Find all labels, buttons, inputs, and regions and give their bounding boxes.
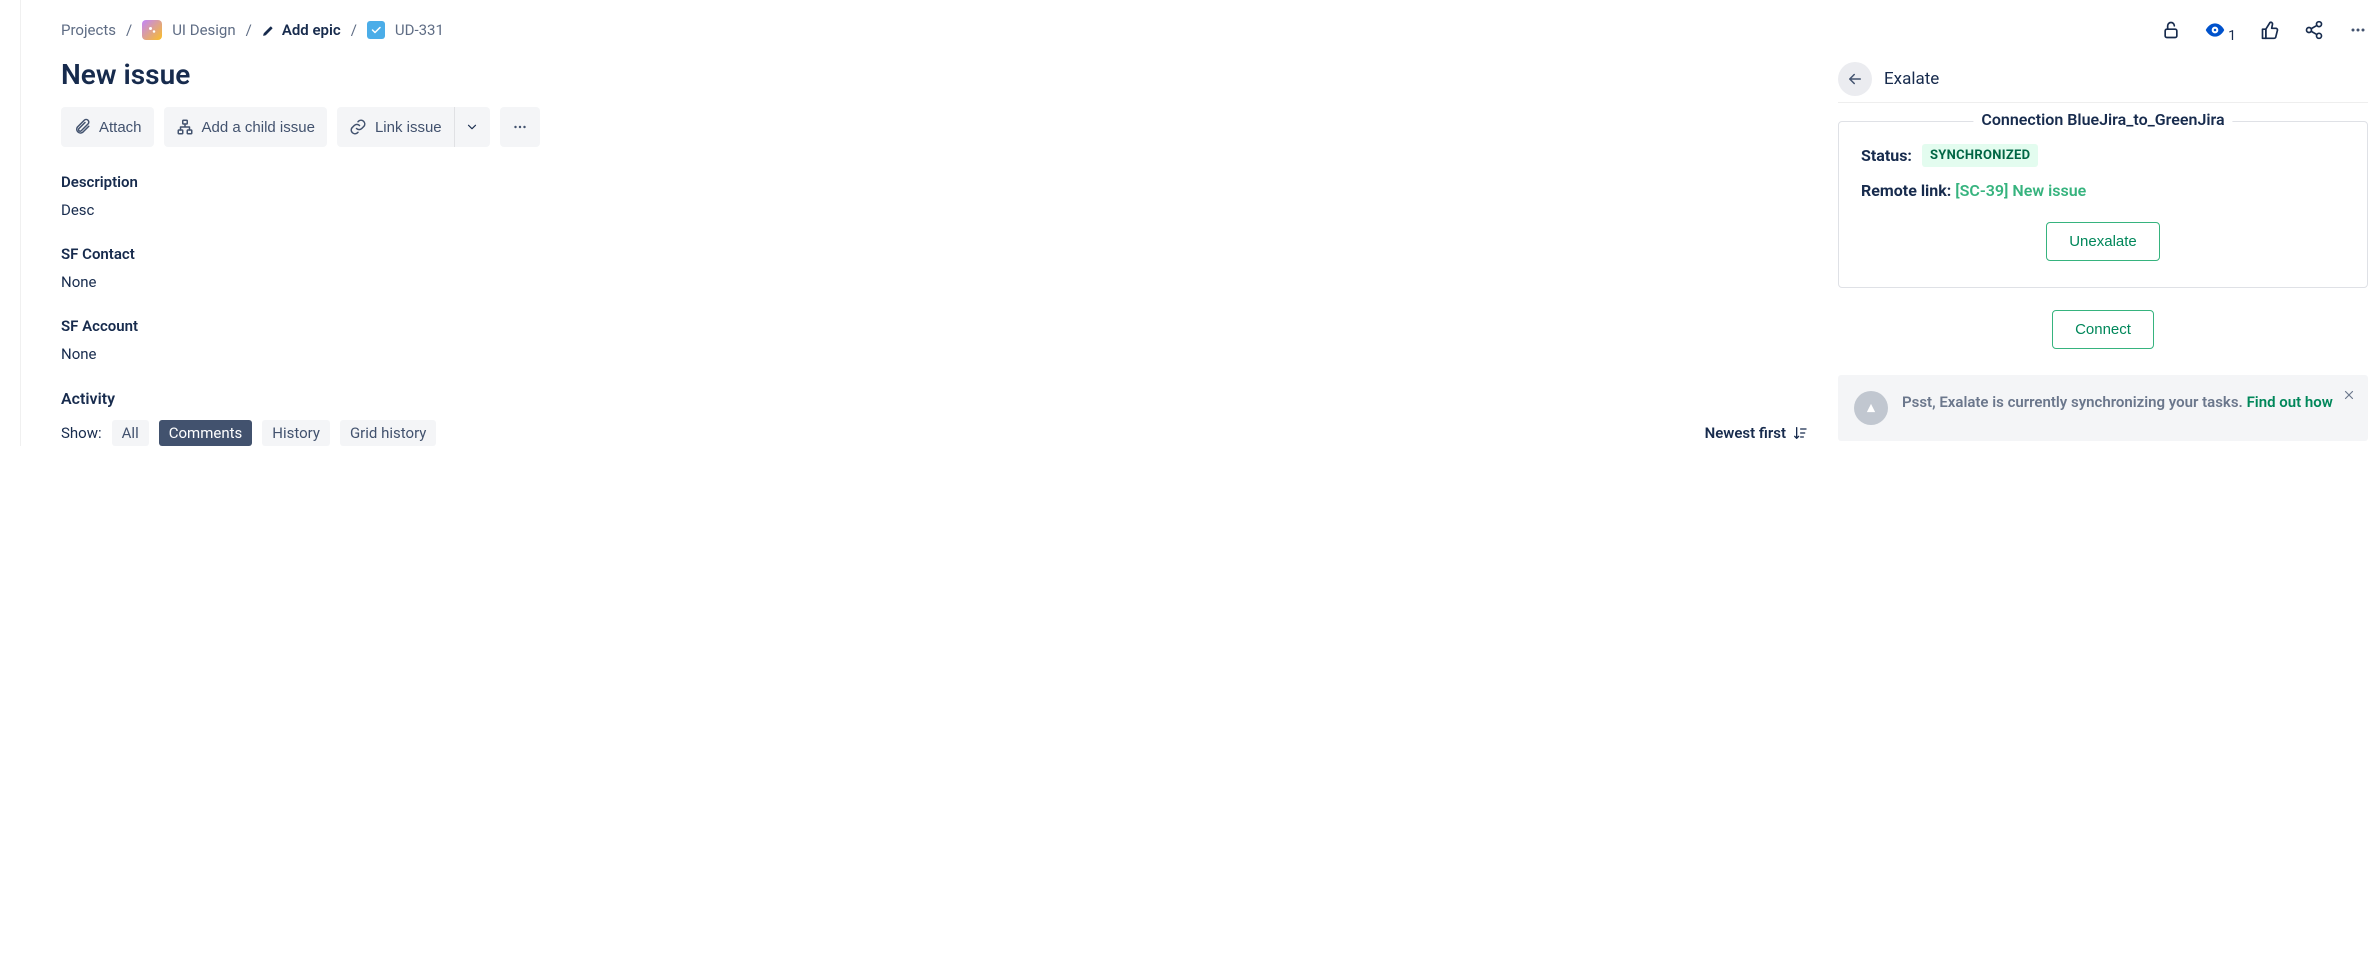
chevron-down-icon: [465, 120, 479, 134]
breadcrumb: Projects / UI Design / Add epic / UD-331: [61, 20, 444, 40]
issue-more-button[interactable]: [2348, 20, 2368, 44]
thumbs-up-icon: [2260, 20, 2280, 40]
issue-toolbar: Attach Add a child issue Link issue: [61, 107, 1808, 147]
ellipsis-icon: [2348, 20, 2368, 40]
breadcrumb-projects[interactable]: Projects: [61, 21, 116, 39]
panel-title: Exalate: [1884, 69, 1939, 89]
link-issue-button[interactable]: Link issue: [337, 107, 454, 147]
tab-comments[interactable]: Comments: [159, 420, 253, 446]
connect-button[interactable]: Connect: [2052, 310, 2154, 349]
field-sf-contact[interactable]: SF Contact None: [61, 245, 1808, 291]
remote-link[interactable]: [SC-39] New issue: [1955, 181, 2086, 200]
link-issue-label: Link issue: [375, 119, 442, 136]
unlock-icon: [2161, 20, 2181, 40]
link-issue-split: Link issue: [337, 107, 490, 147]
field-sf-account[interactable]: SF Account None: [61, 317, 1808, 363]
sort-button[interactable]: Newest first: [1705, 424, 1808, 442]
remote-link-label: Remote link:: [1861, 181, 1951, 200]
issue-title[interactable]: New issue: [61, 58, 1808, 91]
breadcrumb-issue-key[interactable]: UD-331: [395, 21, 444, 39]
sort-desc-icon: [1792, 425, 1808, 441]
breadcrumb-sep: /: [126, 21, 132, 39]
activity-show-label: Show:: [61, 424, 102, 442]
tab-grid-history[interactable]: Grid history: [340, 420, 436, 446]
description-value: Desc: [61, 201, 1808, 219]
watch-button[interactable]: 1: [2205, 20, 2236, 44]
more-actions-button[interactable]: [500, 107, 540, 147]
attach-label: Attach: [99, 119, 142, 136]
share-icon: [2304, 20, 2324, 40]
breadcrumb-project[interactable]: UI Design: [172, 21, 235, 39]
issuetype-task-icon: [367, 21, 385, 39]
sf-contact-value: None: [61, 273, 1808, 291]
sf-account-label: SF Account: [61, 317, 1808, 335]
description-label: Description: [61, 173, 1808, 191]
activity-title: Activity: [61, 389, 1808, 408]
tab-history[interactable]: History: [262, 420, 330, 446]
sf-account-value: None: [61, 345, 1808, 363]
child-tree-icon: [176, 118, 194, 136]
hint-text: Psst, Exalate is currently synchronizing…: [1902, 393, 2243, 411]
unexalate-button[interactable]: Unexalate: [2046, 222, 2160, 261]
close-icon: [2342, 388, 2356, 402]
sf-contact-label: SF Contact: [61, 245, 1808, 263]
link-icon: [349, 118, 367, 136]
attach-button[interactable]: Attach: [61, 107, 154, 147]
add-epic-label: Add epic: [282, 21, 341, 39]
exalate-logo-icon: [1854, 391, 1888, 425]
hint-close-button[interactable]: [2342, 383, 2356, 407]
arrow-left-icon: [1846, 70, 1864, 88]
connection-legend: Connection BlueJira_to_GreenJira: [1973, 110, 2232, 129]
pencil-icon: [262, 23, 276, 37]
ellipsis-icon: [511, 118, 529, 136]
breadcrumb-sep: /: [351, 21, 357, 39]
sort-label: Newest first: [1705, 424, 1786, 442]
tab-all[interactable]: All: [112, 420, 149, 446]
share-button[interactable]: [2304, 20, 2324, 44]
panel-back-button[interactable]: [1838, 62, 1872, 96]
add-child-button[interactable]: Add a child issue: [164, 107, 327, 147]
hint-box: Psst, Exalate is currently synchronizing…: [1838, 375, 2368, 441]
connection-panel: Connection BlueJira_to_GreenJira Status:…: [1838, 121, 2368, 288]
project-icon: [142, 20, 162, 40]
lock-button[interactable]: [2161, 20, 2181, 44]
watch-count: 1: [2228, 28, 2236, 44]
hint-link[interactable]: Find out how: [2247, 393, 2333, 411]
paperclip-icon: [73, 118, 91, 136]
eye-icon: [2205, 20, 2225, 40]
add-epic-button[interactable]: Add epic: [262, 21, 341, 39]
connection-status-badge: SYNCHRONIZED: [1922, 144, 2038, 167]
connection-status-label: Status:: [1861, 146, 1912, 165]
add-child-label: Add a child issue: [202, 119, 315, 136]
breadcrumb-sep: /: [246, 21, 252, 39]
link-issue-dropdown[interactable]: [454, 107, 490, 147]
field-description[interactable]: Description Desc: [61, 173, 1808, 219]
activity-tabs: Show: All Comments History Grid history: [61, 420, 436, 446]
like-button[interactable]: [2260, 20, 2280, 44]
